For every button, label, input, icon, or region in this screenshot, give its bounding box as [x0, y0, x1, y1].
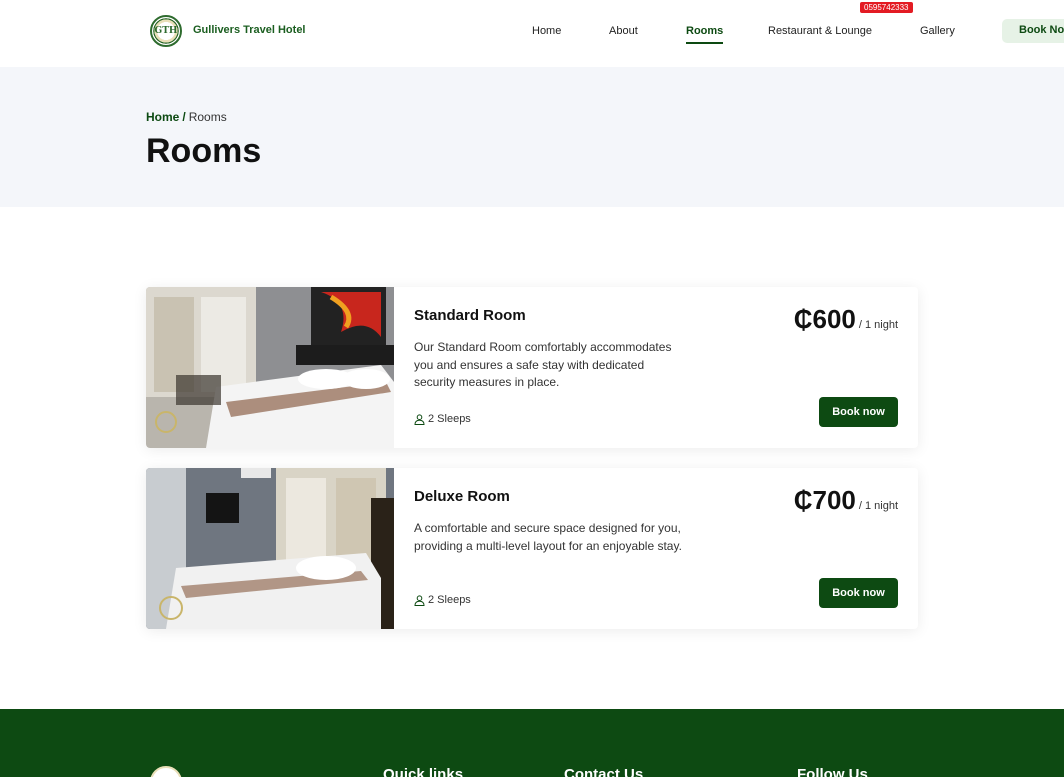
room-description: A comfortable and secure space designed … [414, 521, 682, 553]
price-amount: ₵600 [793, 304, 856, 334]
standard-room-photo[interactable] [146, 287, 394, 448]
room-capacity: 2 Sleeps [414, 594, 471, 606]
breadcrumb-separator: / [182, 110, 186, 124]
person-icon [414, 413, 425, 425]
room-price: ₵700 / 1 night [794, 485, 898, 516]
person-icon [414, 594, 425, 606]
breadcrumb-home-link[interactable]: Home [146, 110, 179, 124]
price-period: / 1 night [858, 500, 898, 512]
site-footer: Quick links Contact Us Follow Us [0, 709, 1064, 777]
price-amount: ₵700 [793, 485, 856, 515]
deluxe-room-photo[interactable] [146, 468, 394, 629]
room-price: ₵600 / 1 night [794, 304, 898, 335]
nav-gallery[interactable]: Gallery [920, 25, 955, 37]
hotel-logo[interactable]: GTH [150, 15, 182, 47]
room-card-standard: Standard Room Our Standard Room comforta… [146, 287, 918, 448]
book-now-button[interactable]: Book now [819, 397, 898, 427]
page-title: Rooms [146, 132, 262, 170]
sleeps-label: 2 Sleeps [428, 413, 471, 425]
book-now-header-button[interactable]: Book Now [1002, 19, 1064, 43]
sleeps-label: 2 Sleeps [428, 594, 471, 606]
room-description: Our Standard Room comfortably accommodat… [414, 340, 672, 389]
site-header: GTH Gullivers Travel Hotel Home About Ro… [0, 0, 1064, 67]
footer-quick-links-heading: Quick links [383, 766, 464, 777]
room-name[interactable]: Deluxe Room [414, 488, 510, 505]
price-period: / 1 night [858, 319, 898, 331]
phone-badge[interactable]: 0595742333 [860, 2, 913, 13]
page-hero: Home / Rooms Rooms [0, 67, 1064, 207]
nav-home[interactable]: Home [532, 25, 561, 37]
nav-about[interactable]: About [609, 25, 638, 37]
room-card-deluxe: Deluxe Room A comfortable and secure spa… [146, 468, 918, 629]
brand-name[interactable]: Gullivers Travel Hotel [193, 24, 306, 36]
room-capacity: 2 Sleeps [414, 413, 471, 425]
footer-follow-heading: Follow Us [797, 766, 868, 777]
room-name[interactable]: Standard Room [414, 307, 526, 324]
nav-restaurant-lounge[interactable]: Restaurant & Lounge [768, 25, 872, 37]
breadcrumb: Home / Rooms [146, 110, 227, 124]
logo-monogram: GTH [154, 26, 178, 36]
book-now-button[interactable]: Book now [819, 578, 898, 608]
nav-rooms[interactable]: Rooms [686, 25, 724, 44]
footer-logo[interactable] [150, 766, 182, 777]
footer-contact-heading: Contact Us [564, 766, 644, 777]
breadcrumb-current: Rooms [188, 110, 227, 124]
